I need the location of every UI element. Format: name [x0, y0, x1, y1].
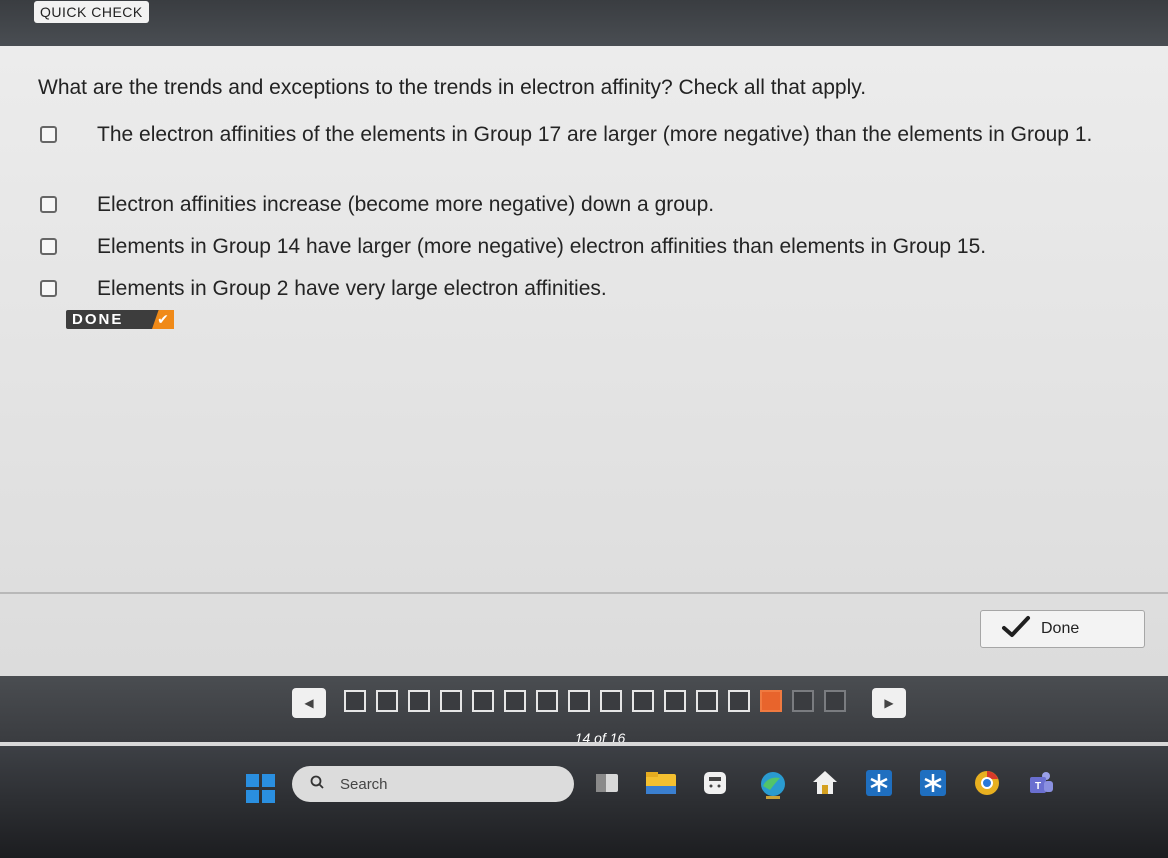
- page-indicator[interactable]: [440, 690, 462, 712]
- done-button[interactable]: Done: [980, 610, 1145, 648]
- widgets-icon[interactable]: [592, 768, 622, 798]
- page-indicator[interactable]: [632, 690, 654, 712]
- quick-check-label: QUICK CHECK: [34, 1, 149, 23]
- taskbar: Search T: [0, 746, 1168, 858]
- chrome-icon[interactable]: [972, 768, 1002, 798]
- page-indicator[interactable]: [472, 690, 494, 712]
- app-icon[interactable]: [864, 768, 894, 798]
- navigation-bar: ◀ ▶ 14 of 16: [0, 676, 1168, 746]
- page-indicator[interactable]: [408, 690, 430, 712]
- page-indicator[interactable]: [536, 690, 558, 712]
- search-placeholder: Search: [340, 776, 388, 793]
- search-input[interactable]: Search: [292, 766, 574, 802]
- file-explorer-icon[interactable]: [644, 768, 676, 798]
- top-bar: QUICK CHECK: [0, 0, 1168, 48]
- prev-page-button[interactable]: ◀: [292, 688, 326, 718]
- page-indicator[interactable]: [696, 690, 718, 712]
- checkmark-icon: [1001, 615, 1031, 646]
- page-indicator[interactable]: [504, 690, 526, 712]
- option-text: Elements in Group 14 have larger (more n…: [97, 235, 987, 258]
- option-text: The electron affinities of the elements …: [97, 123, 1093, 146]
- check-icon: ✔: [152, 310, 174, 329]
- page-indicator[interactable]: [344, 690, 366, 712]
- divider: [0, 592, 1168, 594]
- done-status-tag: DONE ✔: [66, 310, 174, 329]
- done-button-label: Done: [1041, 620, 1080, 637]
- done-tag-label: DONE: [72, 311, 124, 328]
- page-indicator[interactable]: [664, 690, 686, 712]
- page-indicator[interactable]: [824, 690, 846, 712]
- svg-text:T: T: [1035, 781, 1041, 792]
- search-icon: [310, 775, 324, 789]
- page-indicator[interactable]: [792, 690, 814, 712]
- calculator-icon[interactable]: [700, 768, 730, 798]
- teams-icon[interactable]: T: [1026, 768, 1056, 798]
- store-icon[interactable]: [810, 768, 840, 798]
- page-indicator[interactable]: [568, 690, 590, 712]
- page-indicator[interactable]: [728, 690, 750, 712]
- page-indicator[interactable]: [600, 690, 622, 712]
- question-panel: What are the trends and exceptions to th…: [0, 46, 1168, 676]
- question-text: What are the trends and exceptions to th…: [38, 76, 867, 99]
- checkbox[interactable]: [40, 238, 57, 255]
- page-indicator-current[interactable]: [760, 690, 782, 712]
- edge-icon[interactable]: [756, 768, 786, 799]
- next-page-button[interactable]: ▶: [872, 688, 906, 718]
- app-icon-2[interactable]: [918, 768, 948, 798]
- page-indicator[interactable]: [376, 690, 398, 712]
- option-text: Electron affinities increase (become mor…: [97, 193, 715, 216]
- option-text: Elements in Group 2 have very large elec…: [97, 277, 607, 300]
- checkbox[interactable]: [40, 196, 57, 213]
- checkbox[interactable]: [40, 126, 57, 143]
- start-icon[interactable]: [246, 774, 276, 804]
- checkbox[interactable]: [40, 280, 57, 297]
